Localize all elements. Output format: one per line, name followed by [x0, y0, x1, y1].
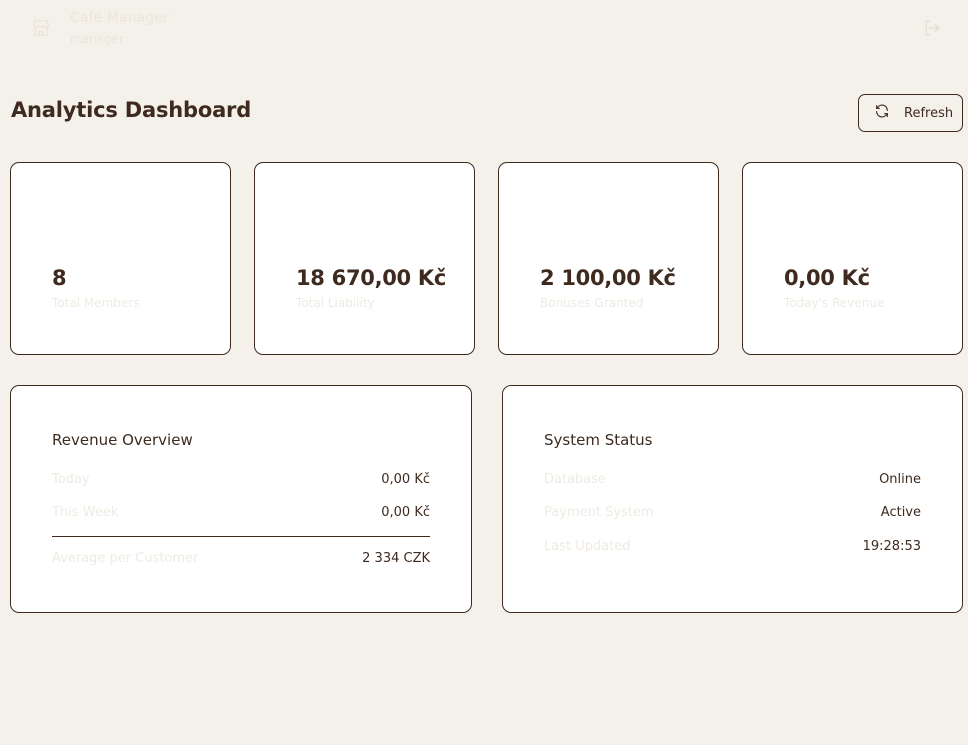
stat-card-total-members: 8 Total Members [10, 162, 231, 355]
stat-label: Bonuses Granted [540, 296, 644, 310]
row-value-payment-system: Active [880, 505, 921, 520]
stat-value: 18 670,00 Kč [296, 266, 447, 290]
row-label-last-updated: Last Updated [544, 539, 631, 554]
row-value-average: 2 334 CZK [362, 551, 430, 566]
logout-icon[interactable] [922, 18, 942, 38]
row-value-database: Online [879, 472, 921, 487]
row-label-average: Average per Customer [52, 551, 199, 566]
top-bar: Café Manager manager [0, 0, 968, 56]
panel-title: Revenue Overview [52, 431, 193, 449]
row-label-database: Database [544, 472, 607, 487]
stat-value: 2 100,00 Kč [540, 266, 676, 290]
stat-card-bonuses-granted: 2 100,00 Kč Bonuses Granted [498, 162, 719, 355]
stat-label: Today's Revenue [784, 296, 885, 310]
stat-value: 8 [52, 266, 67, 290]
store-icon [30, 17, 52, 39]
row-value-today: 0,00 Kč [381, 472, 430, 487]
row-label-payment-system: Payment System [544, 505, 654, 520]
stat-value: 0,00 Kč [784, 266, 870, 290]
stat-label: Total Liability [296, 296, 375, 310]
revenue-overview-panel: Revenue Overview Today 0,00 Kč This Week… [10, 385, 472, 613]
refresh-button[interactable]: Refresh [858, 94, 963, 132]
panel-title: System Status [544, 431, 653, 449]
stat-card-todays-revenue: 0,00 Kč Today's Revenue [742, 162, 963, 355]
row-value-last-updated: 19:28:53 [862, 539, 921, 554]
row-label-this-week: This Week [52, 505, 119, 520]
row-label-today: Today [52, 472, 90, 487]
refresh-icon [874, 103, 890, 123]
page-title: Analytics Dashboard [11, 98, 252, 122]
refresh-label: Refresh [904, 105, 954, 121]
row-value-this-week: 0,00 Kč [381, 505, 430, 520]
divider [52, 536, 430, 537]
stat-label: Total Members [52, 296, 140, 310]
stat-card-total-liability: 18 670,00 Kč Total Liability [254, 162, 475, 355]
app-name: Café Manager [70, 10, 169, 26]
user-role: manager [70, 32, 124, 46]
system-status-panel: System Status Database Online Payment Sy… [502, 385, 963, 613]
